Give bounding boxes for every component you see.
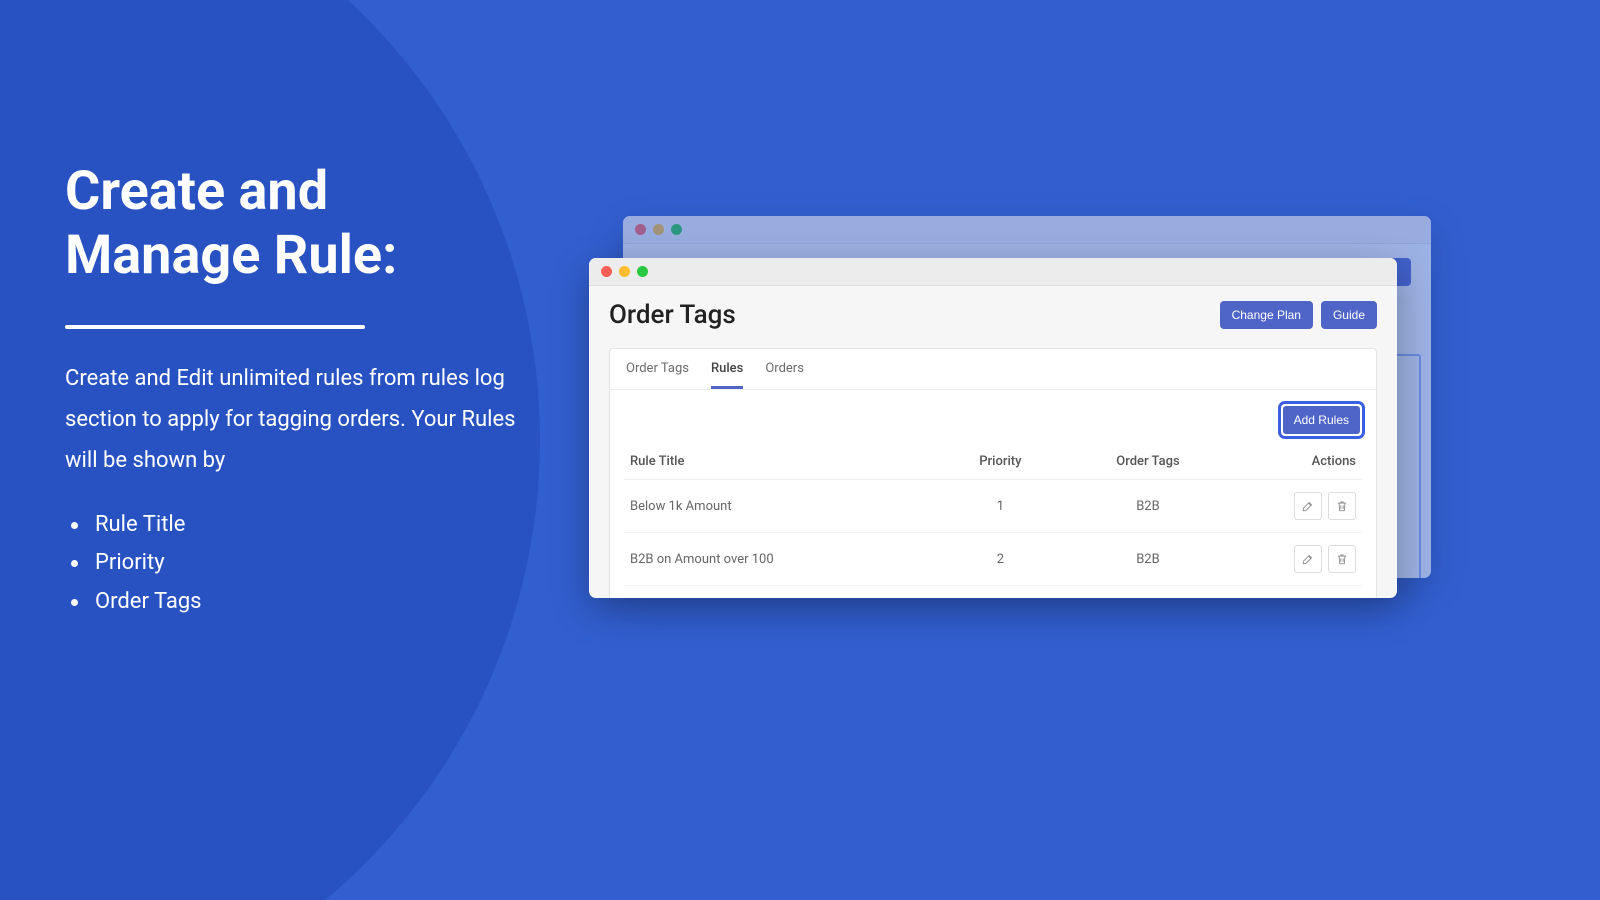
rules-card: Order Tags Rules Orders Add Rules Rule T… bbox=[609, 348, 1377, 598]
col-order-tags: Order Tags bbox=[1067, 444, 1229, 480]
col-rule-title: Rule Title bbox=[624, 444, 934, 480]
cell-actions bbox=[1229, 480, 1362, 533]
col-actions: Actions bbox=[1229, 444, 1362, 480]
close-icon[interactable] bbox=[635, 224, 646, 235]
close-icon[interactable] bbox=[601, 266, 612, 277]
cell-priority: 2 bbox=[934, 586, 1067, 599]
table-row: Below 1k Amount1B2B bbox=[624, 480, 1362, 533]
edit-icon[interactable] bbox=[1294, 492, 1322, 520]
cell-actions bbox=[1229, 586, 1362, 599]
page-title: Order Tags bbox=[609, 300, 736, 330]
add-rules-highlight: Add Rules bbox=[1281, 404, 1362, 436]
col-priority: Priority bbox=[934, 444, 1067, 480]
app-window: Order Tags Change Plan Guide Order Tags … bbox=[589, 258, 1397, 598]
cell-actions bbox=[1229, 533, 1362, 586]
delete-icon[interactable] bbox=[1328, 545, 1356, 573]
change-plan-button[interactable]: Change Plan bbox=[1220, 301, 1313, 329]
cell-priority: 1 bbox=[934, 480, 1067, 533]
table-row: B2B on Amount over 1002B2B bbox=[624, 586, 1362, 599]
minimize-icon[interactable] bbox=[653, 224, 664, 235]
minimize-icon[interactable] bbox=[619, 266, 630, 277]
window-titlebar bbox=[589, 258, 1397, 286]
window-titlebar bbox=[623, 216, 1431, 244]
bullet-item: Order Tags bbox=[65, 583, 535, 622]
tabs: Order Tags Rules Orders bbox=[610, 349, 1376, 390]
hero-title-line2: Manage Rule: bbox=[65, 224, 397, 287]
cell-rule-title: B2B on Amount over 100 bbox=[624, 533, 934, 586]
maximize-icon[interactable] bbox=[671, 224, 682, 235]
tab-order-tags[interactable]: Order Tags bbox=[626, 361, 689, 389]
hero-text: Create and Manage Rule: Create and Edit … bbox=[65, 160, 535, 621]
divider bbox=[65, 325, 365, 329]
maximize-icon[interactable] bbox=[637, 266, 648, 277]
cell-order-tags: B2B bbox=[1067, 480, 1229, 533]
guide-button[interactable]: Guide bbox=[1321, 301, 1377, 329]
cell-rule-title: Below 1k Amount bbox=[624, 480, 934, 533]
cell-order-tags: B2B bbox=[1067, 586, 1229, 599]
rules-table: Rule Title Priority Order Tags Actions B… bbox=[624, 444, 1362, 598]
hero-bullet-list: Rule Title Priority Order Tags bbox=[65, 506, 535, 622]
cell-priority: 2 bbox=[934, 533, 1067, 586]
cell-rule-title: B2B on Amount over 100 bbox=[624, 586, 934, 599]
bullet-item: Priority bbox=[65, 544, 535, 583]
hero-description: Create and Edit unlimited rules from rul… bbox=[65, 359, 535, 481]
add-rules-button[interactable]: Add Rules bbox=[1283, 406, 1360, 434]
delete-icon[interactable] bbox=[1328, 492, 1356, 520]
edit-icon[interactable] bbox=[1294, 545, 1322, 573]
tab-orders[interactable]: Orders bbox=[765, 361, 804, 389]
bullet-item: Rule Title bbox=[65, 506, 535, 545]
table-row: B2B on Amount over 1002B2B bbox=[624, 533, 1362, 586]
cell-order-tags: B2B bbox=[1067, 533, 1229, 586]
hero-title: Create and Manage Rule: bbox=[65, 160, 535, 287]
hero-title-line1: Create and bbox=[65, 160, 328, 223]
tab-rules[interactable]: Rules bbox=[711, 361, 743, 389]
